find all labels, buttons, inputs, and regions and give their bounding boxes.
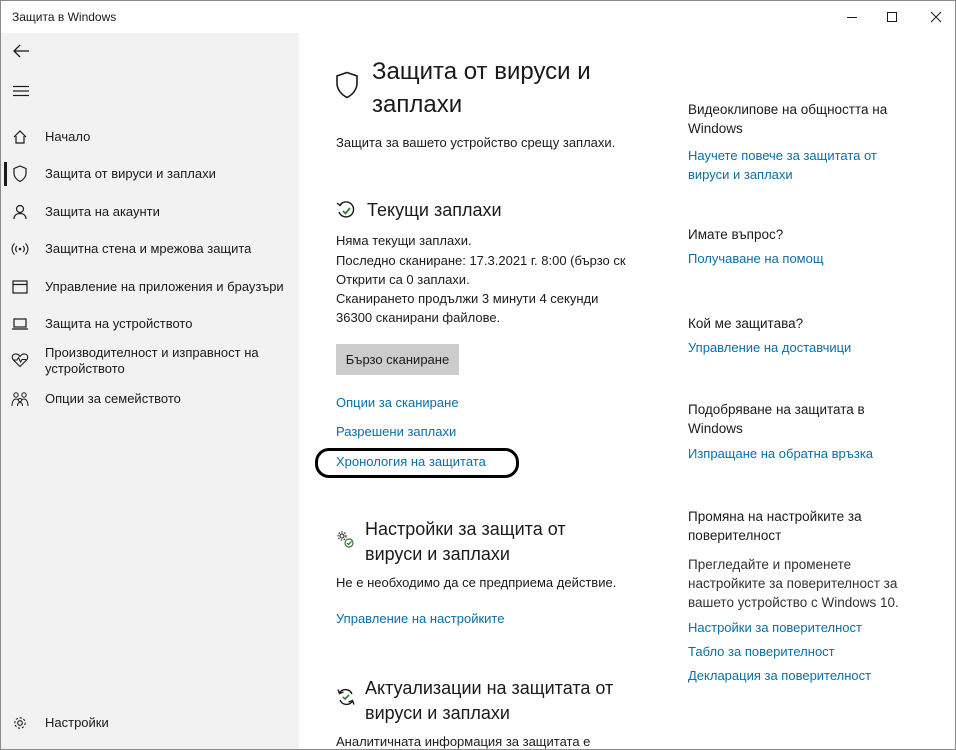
sidebar-item-label: Опции за семейството <box>45 391 181 406</box>
sidebar-item-label-line1: Производителност и изправност на <box>45 345 259 360</box>
shield-icon <box>335 71 359 104</box>
menu-button[interactable] <box>1 73 41 109</box>
sidebar-item-label-line2: устройството <box>45 361 125 376</box>
manage-settings-link[interactable]: Управление на настройките <box>336 611 504 626</box>
sidebar-item-label: Защита от вируси и заплахи <box>45 166 216 181</box>
protection-updates-title-line2: вируси и заплахи <box>365 703 510 723</box>
learn-more-link-line1: Научете повече за защитата от <box>688 148 877 163</box>
privacy-settings-heading-line2: поверителност <box>688 528 782 543</box>
browser-window-icon <box>11 278 29 296</box>
learn-more-link-line2: вируси и заплахи <box>688 167 793 182</box>
close-icon <box>930 11 942 23</box>
settings-gears-icon <box>336 530 356 555</box>
page-title-line2: заплахи <box>372 91 463 118</box>
send-feedback-link[interactable]: Изпращане на обратна връзка <box>688 444 908 463</box>
back-button[interactable] <box>1 33 41 69</box>
sidebar-item-home[interactable]: Начало <box>1 125 299 149</box>
privacy-settings-heading-line1: Промяна на настройките за <box>688 509 862 524</box>
scan-duration-text: Сканирането продължи 3 минути 4 секунди <box>336 291 599 306</box>
sidebar-item-label: Защита на устройството <box>45 316 193 331</box>
allowed-threats-link[interactable]: Разрешени заплахи <box>336 424 456 439</box>
sidebar-item-app-browser-control[interactable]: Управление на приложения и браузъри <box>1 275 299 299</box>
privacy-description-line3: вашето устройство с Windows 10. <box>688 595 899 610</box>
laptop-icon <box>11 315 29 333</box>
privacy-settings-heading: Промяна на настройките за поверителност <box>688 507 918 545</box>
close-button[interactable] <box>913 1 955 33</box>
community-videos-heading-line1: Видеоклипове на общността на <box>688 102 888 117</box>
hamburger-menu-icon <box>13 85 29 97</box>
quick-scan-button[interactable]: Бързо сканиране <box>336 344 459 375</box>
app-window: Защита в Windows Начало Защита от вируси… <box>0 0 956 750</box>
window-title: Защита в Windows <box>12 10 117 24</box>
sidebar-item-virus-protection[interactable]: Защита от вируси и заплахи <box>1 162 299 186</box>
sidebar-item-family-options[interactable]: Опции за семейството <box>1 387 299 411</box>
privacy-description: Прегледайте и променете настройките за п… <box>688 555 918 612</box>
sidebar-item-label: Начало <box>45 129 91 144</box>
sidebar-item-device-performance[interactable]: Производителност и изправност на устройс… <box>1 344 299 378</box>
sidebar-item-label: Защитна стена и мрежова защита <box>45 241 252 256</box>
who-protects-me-heading: Кой ме защитава? <box>688 316 804 331</box>
sidebar-item-label: Защита на акаунти <box>45 204 160 219</box>
manage-providers-link[interactable]: Управление на доставчици <box>688 338 908 357</box>
main-content: Защита от вируси и заплахи Защита за ваш… <box>299 33 955 749</box>
privacy-description-line1: Прегледайте и променете <box>688 557 852 572</box>
sidebar-item-device-security[interactable]: Защита на устройството <box>1 312 299 336</box>
back-arrow-icon <box>13 44 29 58</box>
heart-pulse-icon <box>11 351 29 369</box>
community-videos-heading: Видеоклипове на общността на Windows <box>688 100 918 138</box>
family-icon <box>11 390 29 408</box>
improve-security-heading: Подобряване на защитата в Windows <box>688 400 918 438</box>
sidebar-item-label: Производителност и изправност на устройс… <box>45 345 259 377</box>
files-scanned-text: 36300 сканирани файлове. <box>336 310 501 325</box>
sidebar-item-firewall[interactable]: Защитна стена и мрежова защита <box>1 237 299 261</box>
get-help-link[interactable]: Получаване на помощ <box>688 249 908 268</box>
protection-history-link[interactable]: Хронология на защитата <box>336 454 486 469</box>
wireless-icon <box>11 240 29 258</box>
community-videos-heading-line2: Windows <box>688 121 743 136</box>
scan-options-link[interactable]: Опции за сканиране <box>336 395 459 410</box>
page-title: Защита от вируси и заплахи <box>372 55 642 121</box>
minimize-icon <box>847 17 857 18</box>
maximize-icon <box>887 12 897 22</box>
protection-updates-title-line1: Актуализации на защитата от <box>365 678 614 698</box>
sidebar-item-account-protection[interactable]: Защита на акаунти <box>1 200 299 224</box>
no-threats-text: Няма текущи заплахи. <box>336 233 472 248</box>
maximize-button[interactable] <box>869 1 915 33</box>
page-subtitle: Защита за вашето устройство срещу заплах… <box>336 135 616 150</box>
privacy-settings-link[interactable]: Настройки за поверителност <box>688 618 908 637</box>
virus-settings-title-line2: вируси и заплахи <box>365 544 510 564</box>
security-intelligence-text: Аналитичната информация за защитата е <box>336 734 591 749</box>
learn-more-virus-protection-link[interactable]: Научете повече за защитата от вируси и з… <box>688 146 908 184</box>
gear-icon <box>11 714 29 732</box>
page-title-line1: Защита от вируси и <box>372 58 591 85</box>
threats-found-text: Открити са 0 заплахи. <box>336 272 470 287</box>
current-threats-title: Текущи заплахи <box>367 200 502 220</box>
title-bar: Защита в Windows <box>1 1 955 33</box>
virus-settings-title-line1: Настройки за защита от <box>365 519 566 539</box>
improve-security-heading-line1: Подобряване на защитата в <box>688 402 865 417</box>
update-sync-icon <box>336 687 356 712</box>
privacy-dashboard-link[interactable]: Табло за поверителност <box>688 642 908 661</box>
active-indicator <box>4 162 7 186</box>
virus-settings-title: Настройки за защита от вируси и заплахи <box>365 517 566 567</box>
question-heading: Имате въпрос? <box>688 227 784 242</box>
sidebar-item-label: Управление на приложения и браузъри <box>45 279 284 294</box>
improve-security-heading-line2: Windows <box>688 421 743 436</box>
shield-icon <box>11 165 29 183</box>
sidebar-item-label: Настройки <box>45 715 109 730</box>
last-scan-text: Последно сканиране: 17.3.2021 г. 8:00 (б… <box>336 253 626 268</box>
person-icon <box>11 203 29 221</box>
privacy-statement-link[interactable]: Декларация за поверителност <box>688 666 908 685</box>
home-icon <box>11 128 29 146</box>
protection-updates-title: Актуализации на защитата от вируси и зап… <box>365 676 613 726</box>
privacy-description-line2: настройките за поверителност за <box>688 576 898 591</box>
no-action-needed-text: Не е необходимо да се предприема действи… <box>336 575 617 590</box>
sidebar: Начало Защита от вируси и заплахи Защита… <box>1 33 299 749</box>
sidebar-item-settings[interactable]: Настройки <box>1 711 299 735</box>
threat-history-clock-icon <box>336 200 356 225</box>
